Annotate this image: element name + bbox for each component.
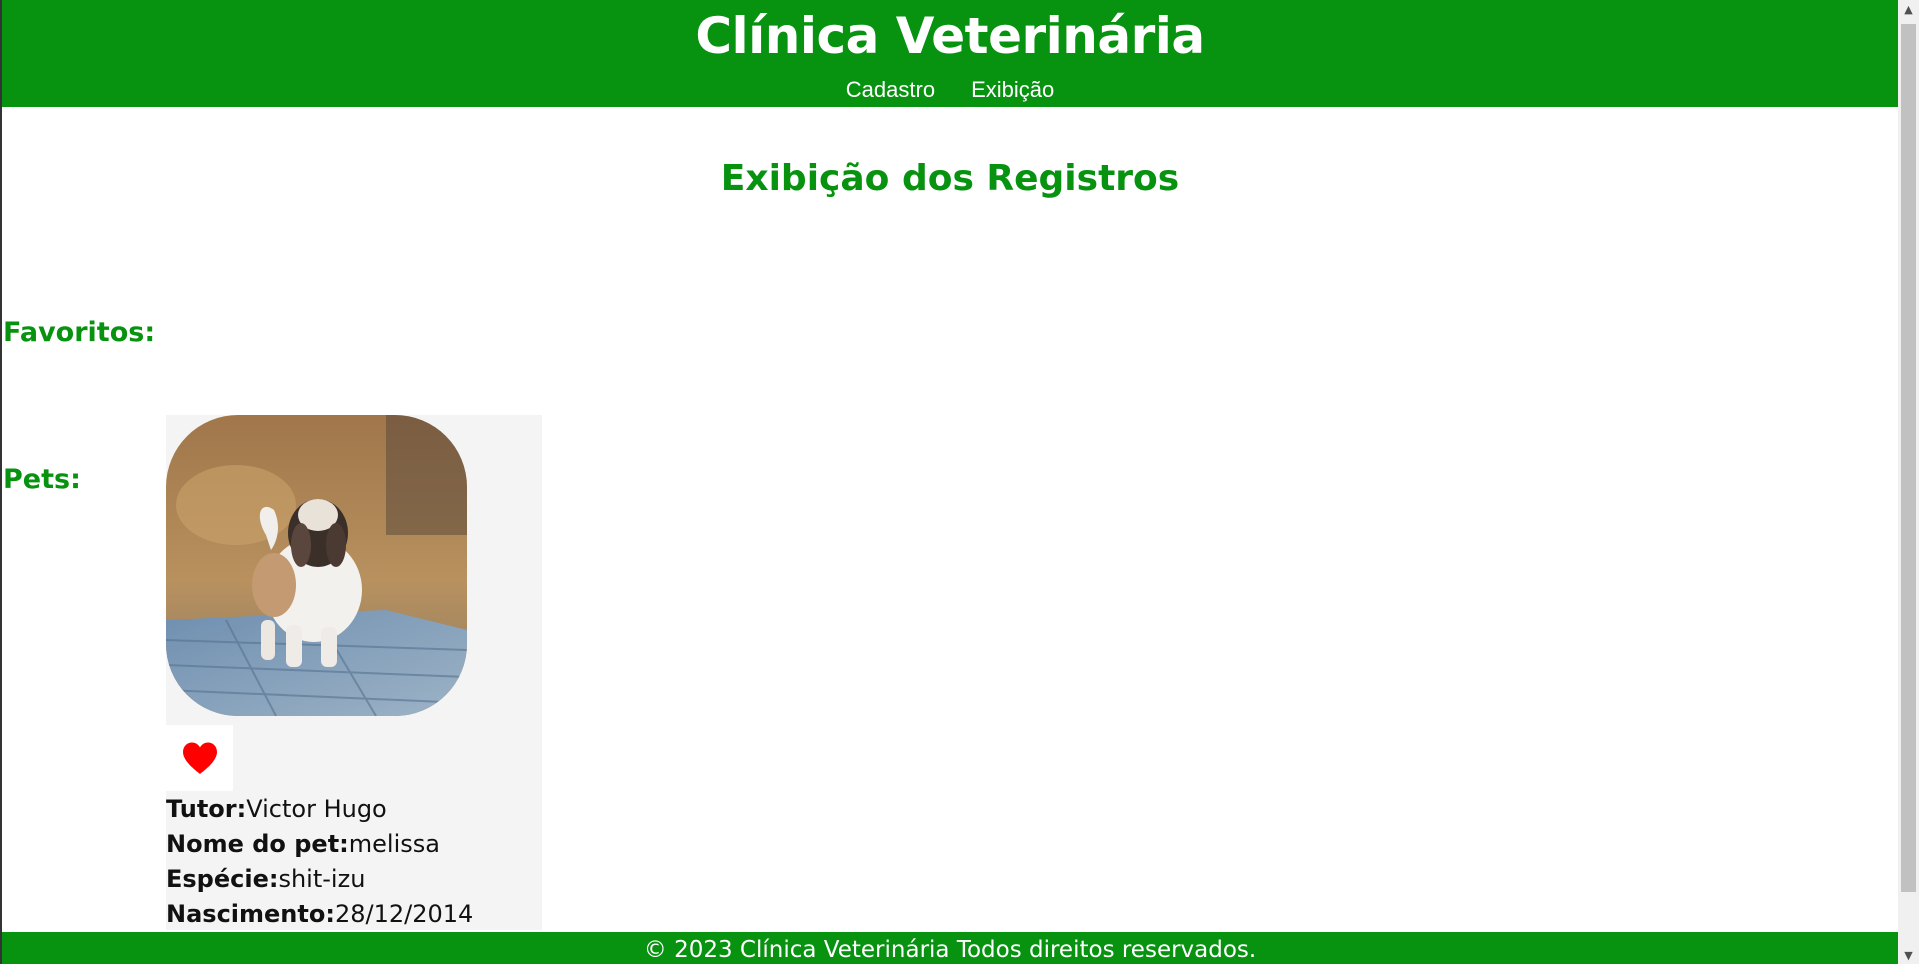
nav-link-exibicao[interactable]: Exibição [971,76,1054,104]
pet-card: Tutor:Victor Hugo Nome do pet:melissa Es… [166,415,542,930]
vertical-scrollbar[interactable]: ▲ ▼ [1898,0,1919,964]
heart-icon [182,742,217,774]
pet-field-birth: Nascimento:28/12/2014 [166,900,474,928]
main-nav: Cadastro Exibição [2,76,1898,104]
site-title: Clínica Veterinária [695,7,1205,65]
scroll-down-arrow-icon[interactable]: ▼ [1898,946,1919,964]
page-title: Exibição dos Registros [720,158,1180,199]
favorites-label: Favoritos: [3,317,156,348]
pet-photo [166,415,467,716]
page: Clínica Veterinária Cadastro Exibição Ex… [0,0,1898,964]
favorite-button[interactable] [166,725,233,791]
footer-text: © 2023 Clínica Veterinária Todos direito… [643,937,1257,963]
pets-label: Pets: [3,464,81,495]
pet-field-tutor: Tutor:Victor Hugo [166,795,387,823]
pet-info: Tutor:Victor Hugo Nome do pet:melissa Es… [166,792,473,932]
scroll-up-arrow-icon[interactable]: ▲ [1898,0,1919,18]
scrollbar-thumb[interactable] [1901,24,1916,892]
site-header: Clínica Veterinária Cadastro Exibição [2,0,1898,107]
nav-link-cadastro[interactable]: Cadastro [846,76,935,104]
pet-field-name: Nome do pet:melissa [166,830,440,858]
pet-field-species: Espécie:shit-izu [166,865,366,893]
site-footer: © 2023 Clínica Veterinária Todos direito… [2,932,1898,964]
